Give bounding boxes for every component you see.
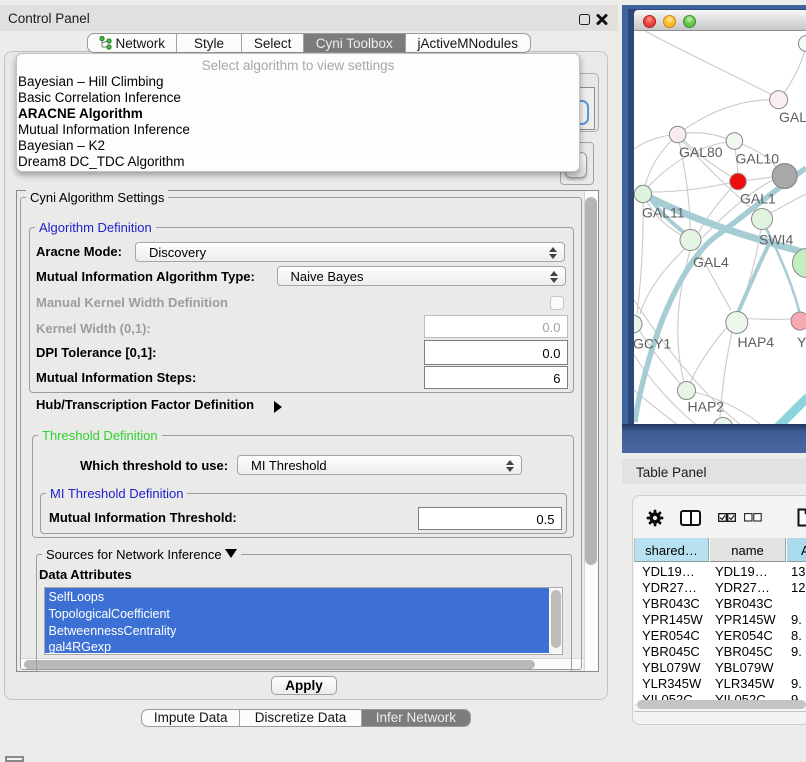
svg-text:GAL80: GAL80 — [679, 144, 723, 160]
svg-text:SWI4: SWI4 — [759, 232, 793, 248]
svg-text:HAP2: HAP2 — [688, 399, 725, 415]
svg-text:GCY1: GCY1 — [634, 336, 671, 352]
svg-text:GAL1: GAL1 — [740, 191, 776, 207]
svg-text:GAL4: GAL4 — [693, 254, 729, 270]
svg-text:GAL: GAL — [779, 109, 806, 125]
svg-text:Y: Y — [797, 334, 806, 350]
svg-text:GAL10: GAL10 — [736, 151, 780, 167]
svg-text:HAP4: HAP4 — [738, 334, 775, 350]
svg-text:GAL11: GAL11 — [642, 205, 685, 221]
